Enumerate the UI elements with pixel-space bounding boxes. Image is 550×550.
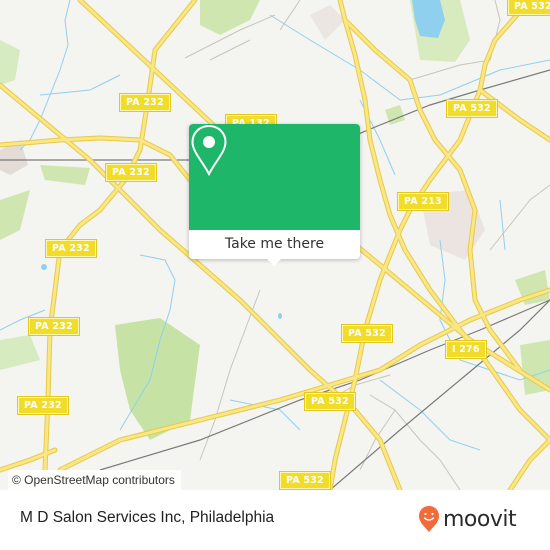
route-shield-pa213: PA 213 [397, 192, 449, 211]
map-attribution[interactable]: © OpenStreetMap contributors [8, 470, 181, 490]
popup-pointer [266, 258, 282, 266]
moovit-logo[interactable]: moovit [418, 502, 517, 536]
route-shield-pa232: PA 232 [45, 239, 97, 258]
route-shield-pa232: PA 232 [17, 396, 69, 415]
footer: M D Salon Services Inc, Philadelphia moo… [0, 490, 550, 550]
location-popup: Take me there [189, 124, 360, 266]
route-shield-pa532: PA 532 [304, 392, 356, 411]
take-me-there-button[interactable]: Take me there [189, 230, 360, 259]
route-shield-pa232: PA 232 [28, 317, 80, 336]
route-shield-pa532: PA 532 [507, 0, 550, 16]
place-title: M D Salon Services Inc, Philadelphia [20, 509, 275, 526]
moovit-pin-icon [419, 506, 439, 532]
map-view[interactable]: PA 232 PA 132 PA 232 PA 232 PA 232 PA 23… [0, 0, 550, 490]
popup-header [189, 124, 360, 230]
route-shield-pa532: PA 532 [341, 324, 393, 343]
route-shield-pa532: PA 532 [279, 471, 331, 490]
route-shield-pa232: PA 232 [119, 93, 171, 112]
brand-name: moovit [443, 506, 517, 532]
route-shield-pa532: PA 532 [446, 99, 498, 118]
route-shield-i276: I 276 [445, 340, 487, 359]
route-shield-pa232: PA 232 [105, 163, 157, 182]
location-pin-icon [191, 124, 227, 176]
